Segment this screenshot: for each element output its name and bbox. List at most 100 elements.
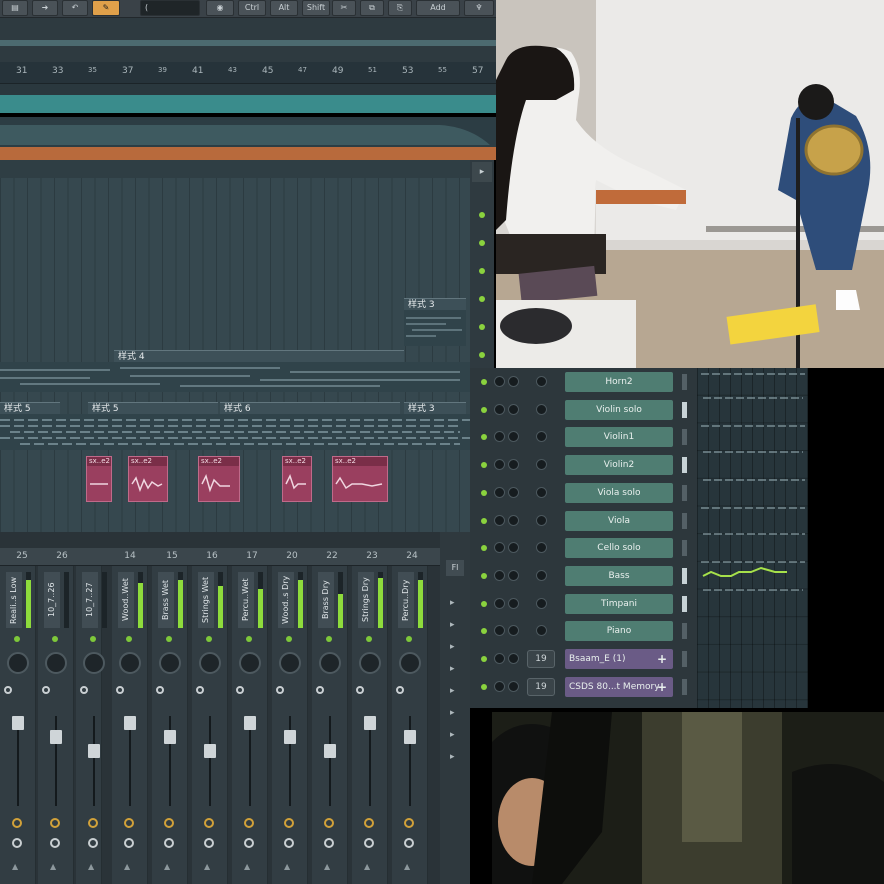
channel-pan-knob[interactable]: [494, 486, 505, 498]
fx-enable-icon[interactable]: [88, 818, 98, 828]
channel-pan-knob[interactable]: [494, 459, 505, 471]
pan-knob[interactable]: [279, 652, 301, 674]
channel-target-icon[interactable]: [536, 486, 547, 498]
pattern-clip-label[interactable]: 样式 4: [114, 350, 404, 362]
magnet-icon[interactable]: ♆: [464, 0, 494, 16]
record-icon[interactable]: ◉: [206, 0, 234, 16]
mixer-strip[interactable]: Brass Wet ▲: [152, 566, 188, 884]
mixer-strip[interactable]: 10_7..27 ▲: [76, 566, 107, 884]
save-icon[interactable]: ▤: [2, 0, 28, 16]
pattern-clip-label[interactable]: 样式 3: [404, 402, 466, 414]
volume-fader[interactable]: [12, 716, 24, 730]
route-up-icon[interactable]: ▲: [324, 862, 330, 871]
fx-enable-icon[interactable]: [364, 818, 374, 828]
track-enable-led[interactable]: [479, 324, 485, 330]
snap-field[interactable]: (: [140, 0, 200, 16]
volume-fader[interactable]: [364, 716, 376, 730]
fx-enable-icon[interactable]: [284, 818, 294, 828]
swap-icon[interactable]: [156, 686, 164, 694]
swap-icon[interactable]: [4, 686, 12, 694]
channel-button[interactable]: Viola: [565, 510, 673, 531]
record-arm-icon[interactable]: [364, 838, 374, 848]
mute-led[interactable]: [126, 636, 132, 642]
mixer-strip[interactable]: Percu..Dry ▲: [392, 566, 428, 884]
channel-select-bar[interactable]: [682, 457, 687, 474]
channel-target-icon[interactable]: [536, 542, 547, 554]
channel-volume-knob[interactable]: [508, 542, 519, 554]
record-arm-icon[interactable]: [244, 838, 254, 848]
pattern-clip-label[interactable]: 样式 5: [0, 402, 60, 414]
pattern-clip-label[interactable]: 样式 5: [88, 402, 218, 414]
volume-fader[interactable]: [204, 744, 216, 758]
mixer-strip[interactable]: Percu..Wet ▲: [232, 566, 268, 884]
track-enable-led[interactable]: [479, 296, 485, 302]
channel-pan-knob[interactable]: [494, 514, 505, 526]
pan-knob[interactable]: [119, 652, 141, 674]
channel-button[interactable]: Cello solo: [565, 538, 673, 559]
track-enable-led[interactable]: [479, 240, 485, 246]
pan-knob[interactable]: [7, 652, 29, 674]
pattern-strip-orange[interactable]: [0, 147, 496, 160]
swap-icon[interactable]: [276, 686, 284, 694]
shift-button[interactable]: Shift: [302, 0, 330, 16]
channel-active-led[interactable]: [481, 379, 487, 385]
volume-fader[interactable]: [164, 730, 176, 744]
pan-knob[interactable]: [83, 652, 105, 674]
channel-pan-knob[interactable]: [494, 542, 505, 554]
channel-button[interactable]: Bsaam_E (1) +: [565, 649, 673, 669]
mixer-strip[interactable]: Reali..s Low ▲: [0, 566, 36, 884]
copy-icon[interactable]: ⧉: [360, 0, 384, 16]
pan-knob[interactable]: [159, 652, 181, 674]
pattern-clip[interactable]: [0, 362, 470, 392]
cut-icon[interactable]: ✂: [332, 0, 356, 16]
fx-enable-icon[interactable]: [124, 818, 134, 828]
channel-select-bar[interactable]: [682, 484, 687, 501]
channel-target-icon[interactable]: [536, 569, 547, 581]
pan-knob[interactable]: [239, 652, 261, 674]
mute-led[interactable]: [166, 636, 172, 642]
fx-enable-icon[interactable]: [204, 818, 214, 828]
channel-button[interactable]: CSDS 80...t Memory +: [565, 676, 673, 697]
track-enable-led[interactable]: [479, 212, 485, 218]
channel-active-led[interactable]: [481, 628, 487, 635]
swap-icon[interactable]: [116, 686, 124, 694]
record-arm-icon[interactable]: [50, 838, 60, 848]
add-icon[interactable]: +: [657, 677, 667, 697]
channel-active-led[interactable]: [481, 462, 487, 469]
mute-led[interactable]: [406, 636, 412, 642]
step-sequencer-preview[interactable]: [697, 368, 808, 708]
channel-button[interactable]: Timpani: [565, 593, 673, 614]
channel-volume-knob[interactable]: [508, 431, 519, 443]
channel-volume-knob[interactable]: [508, 597, 519, 609]
channel-target-icon[interactable]: [536, 459, 547, 471]
channel-volume-knob[interactable]: [508, 403, 519, 415]
swap-icon[interactable]: [80, 686, 88, 694]
channel-button[interactable]: Violin solo: [565, 399, 673, 420]
channel-pan-knob[interactable]: [494, 625, 505, 637]
channel-pan-knob[interactable]: [494, 653, 505, 664]
volume-fader[interactable]: [124, 716, 136, 730]
mixer-track-field[interactable]: 19: [527, 677, 555, 696]
mixer-strip[interactable]: Wood..s Dry ▲: [272, 566, 308, 884]
pattern-clip-label[interactable]: 样式 3: [404, 298, 466, 310]
fx-enable-icon[interactable]: [12, 818, 22, 828]
channel-volume-knob[interactable]: [508, 680, 519, 692]
mute-led[interactable]: [90, 636, 96, 642]
swap-icon[interactable]: [356, 686, 364, 694]
pattern-clip[interactable]: [404, 310, 466, 346]
record-arm-icon[interactable]: [124, 838, 134, 848]
pattern-clip[interactable]: [0, 414, 470, 450]
record-arm-icon[interactable]: [88, 838, 98, 848]
channel-pan-knob[interactable]: [494, 376, 505, 387]
playlist-area[interactable]: 样式 3 样式 4 样式 5 样式 5 样式 6 样式 3 sx..e2 sx.…: [0, 160, 470, 532]
channel-select-bar[interactable]: [682, 651, 687, 667]
timeline-ruler[interactable]: 31 33 35 37 39 41 43 45 47 49 51 53 55 5…: [0, 62, 496, 84]
channel-select-bar[interactable]: [682, 540, 687, 557]
channel-target-icon[interactable]: [536, 431, 547, 443]
fx-enable-icon[interactable]: [324, 818, 334, 828]
volume-fader[interactable]: [324, 744, 336, 758]
channel-select-bar[interactable]: [682, 512, 687, 529]
channel-select-bar[interactable]: [682, 374, 687, 390]
channel-active-led[interactable]: [481, 406, 487, 413]
volume-fader[interactable]: [50, 730, 62, 744]
